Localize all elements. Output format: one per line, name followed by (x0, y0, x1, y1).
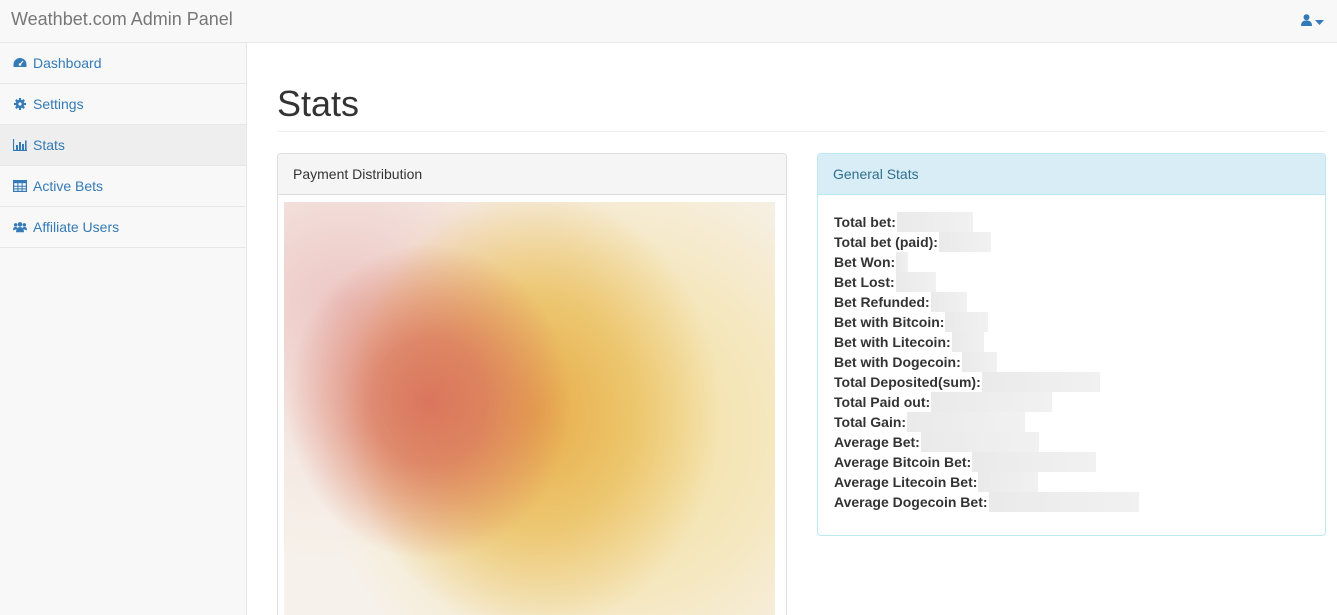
caret-down-icon (1315, 13, 1324, 29)
stat-label: Bet with Litecoin: (834, 334, 951, 350)
sidebar-item-label: Active Bets (33, 178, 104, 194)
redacted-value (895, 272, 936, 292)
table-icon (13, 179, 27, 193)
stat-row-total-bet-paid: Total bet (paid): (834, 232, 1139, 252)
dashboard-icon (13, 56, 27, 70)
stat-row-total-bet: Total bet: (834, 212, 1139, 232)
stat-row-bet-dogecoin: Bet with Dogecoin: (834, 352, 1139, 372)
stat-row-total-deposited: Total Deposited(sum): (834, 372, 1139, 392)
redacted-value (961, 352, 997, 372)
stat-label: Bet with Dogecoin: (834, 354, 961, 370)
stats-list: Total bet: Total bet (paid): Bet Won: Be… (834, 212, 1139, 512)
redacted-value (920, 432, 1039, 452)
redacted-value (931, 392, 1053, 412)
stat-label: Total Deposited(sum): (834, 374, 981, 390)
page-title: Stats (277, 83, 360, 124)
stat-label: Total Gain: (834, 414, 907, 430)
users-icon (13, 220, 27, 234)
redacted-value (972, 452, 1097, 472)
payment-distribution-panel: Payment Distribution (277, 153, 787, 615)
redacted-value (951, 332, 984, 352)
stat-row-total-paid-out: Total Paid out: (834, 392, 1139, 412)
sidebar-item-label: Dashboard (33, 55, 102, 71)
redacted-value (896, 252, 909, 272)
stat-row-average-bitcoin-bet: Average Bitcoin Bet: (834, 452, 1139, 472)
top-navbar: Weathbet.com Admin Panel (0, 0, 1337, 43)
redacted-value (896, 212, 973, 232)
stat-row-bet-bitcoin: Bet with Bitcoin: (834, 312, 1139, 332)
stat-row-average-bet: Average Bet: (834, 432, 1139, 452)
redacted-value (930, 292, 967, 312)
stat-row-bet-won: Bet Won: (834, 252, 1139, 272)
gear-icon (13, 97, 27, 111)
stat-label: Total bet (paid): (834, 234, 938, 250)
panel-heading: Payment Distribution (278, 154, 786, 195)
stat-label: Bet with Bitcoin: (834, 314, 945, 330)
user-menu-button[interactable] (1301, 12, 1324, 30)
title-divider (277, 131, 1326, 132)
payment-distribution-heatmap (284, 202, 775, 615)
stat-label: Average Dogecoin Bet: (834, 494, 988, 510)
sidebar-item-label: Stats (33, 137, 65, 153)
redacted-value (988, 492, 1139, 512)
stat-label: Total Paid out: (834, 394, 931, 410)
stat-label: Bet Won: (834, 254, 896, 270)
sidebar-item-settings[interactable]: Settings (0, 84, 246, 125)
stat-row-bet-litecoin: Bet with Litecoin: (834, 332, 1139, 352)
stat-label: Total bet: (834, 214, 896, 230)
redacted-value (945, 312, 989, 332)
stat-row-bet-refunded: Bet Refunded: (834, 292, 1139, 312)
stat-label: Average Bitcoin Bet: (834, 454, 972, 470)
panel-heading: General Stats (818, 154, 1325, 195)
sidebar: Dashboard Settings Stats Active Bets Aff… (0, 43, 247, 615)
sidebar-item-active-bets[interactable]: Active Bets (0, 166, 246, 207)
stat-label: Bet Lost: (834, 274, 895, 290)
stat-label: Average Litecoin Bet: (834, 474, 978, 490)
bar-chart-icon (13, 138, 27, 152)
sidebar-item-affiliate-users[interactable]: Affiliate Users (0, 207, 246, 248)
user-icon (1301, 13, 1312, 29)
sidebar-item-label: Affiliate Users (33, 219, 120, 235)
general-stats-panel: General Stats Total bet: Total bet (paid… (817, 153, 1326, 536)
redacted-value (981, 372, 1100, 392)
stat-row-average-litecoin-bet: Average Litecoin Bet: (834, 472, 1139, 492)
redacted-value (938, 232, 991, 252)
stat-row-bet-lost: Bet Lost: (834, 272, 1139, 292)
stat-label: Average Bet: (834, 434, 920, 450)
sidebar-item-dashboard[interactable]: Dashboard (0, 43, 246, 84)
redacted-value (907, 412, 1026, 432)
redacted-value (978, 472, 1039, 492)
sidebar-item-stats[interactable]: Stats (0, 125, 246, 166)
stat-row-average-dogecoin-bet: Average Dogecoin Bet: (834, 492, 1139, 512)
brand-link[interactable]: Weathbet.com Admin Panel (11, 9, 233, 30)
stat-label: Bet Refunded: (834, 294, 930, 310)
stat-row-total-gain: Total Gain: (834, 412, 1139, 432)
sidebar-item-label: Settings (33, 96, 84, 112)
